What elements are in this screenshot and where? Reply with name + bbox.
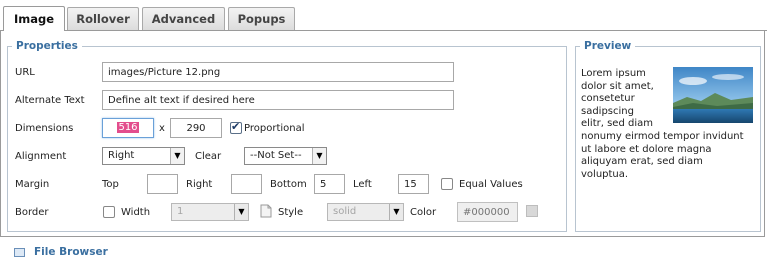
border-checkbox[interactable]	[103, 206, 115, 218]
tab-advanced[interactable]: Advanced	[142, 7, 225, 30]
tab-popups[interactable]: Popups	[228, 7, 295, 30]
border-color-input[interactable]	[457, 202, 518, 222]
tab-label: Advanced	[151, 12, 216, 26]
margin-bottom-label: Bottom	[270, 179, 307, 190]
style-icon	[260, 204, 272, 218]
preview-line: consetetur	[581, 93, 635, 105]
chevron-down-icon: ▼	[389, 204, 403, 220]
preview-image	[673, 67, 753, 123]
border-width-select[interactable]: 1 ▼	[171, 203, 249, 221]
file-browser-icon	[14, 248, 25, 257]
preview-line: sadipscing	[581, 105, 634, 117]
tab-panel-image: Properties URL Alternate Text Dimensions…	[0, 31, 765, 237]
proportional-checkbox[interactable]	[230, 120, 242, 134]
file-browser-label: File Browser	[34, 246, 108, 258]
dimensions-separator: x	[159, 123, 165, 134]
preview-text-block: Lorem ipsum dolor sit amet, consetetur s…	[581, 68, 671, 131]
preview-line: nonumy eirmod tempor invidunt	[581, 131, 744, 142]
clear-label: Clear	[195, 151, 222, 162]
equal-values-checkbox[interactable]	[441, 178, 453, 190]
preview-line: aliquyam erat, sed diam	[581, 156, 703, 168]
properties-legend: Properties	[16, 40, 78, 52]
border-style-select[interactable]: solid ▼	[327, 203, 404, 221]
file-browser-link[interactable]: File Browser	[14, 246, 108, 258]
preview-legend: Preview	[584, 40, 632, 52]
width-value: 516	[117, 122, 139, 133]
proportional-label: Proportional	[244, 123, 305, 134]
preview-line: ut labore et dolore magna	[581, 143, 712, 155]
margin-bottom-input[interactable]	[314, 174, 345, 194]
border-style-value: solid	[333, 206, 357, 217]
border-width-label: Width	[121, 207, 151, 218]
alt-text-input[interactable]	[102, 90, 454, 110]
url-label: URL	[15, 67, 35, 78]
preview-line: Lorem ipsum	[581, 68, 646, 79]
preview-line: elitr, sed diam	[581, 118, 653, 130]
alignment-label: Alignment	[15, 151, 67, 162]
chevron-down-icon: ▼	[312, 148, 326, 164]
margin-left-label: Left	[353, 179, 372, 190]
height-input[interactable]	[170, 118, 222, 138]
width-input[interactable]: 516	[102, 118, 154, 138]
dimensions-label: Dimensions	[15, 123, 74, 134]
chevron-down-icon: ▼	[234, 204, 248, 220]
margin-left-input[interactable]	[398, 174, 429, 194]
chevron-down-icon: ▼	[170, 148, 184, 164]
margin-label: Margin	[15, 179, 50, 190]
preview-text-wide: nonumy eirmod tempor invidunt ut labore …	[581, 131, 757, 181]
border-style-label: Style	[278, 207, 304, 218]
preview-line: dolor sit amet,	[581, 80, 654, 92]
tab-label: Image	[13, 12, 55, 26]
tab-rollover[interactable]: Rollover	[67, 7, 139, 30]
image-dialog: Image Rollover Advanced Popups Propertie…	[0, 0, 767, 258]
margin-top-label: Top	[102, 179, 119, 190]
equal-values-label: Equal Values	[459, 179, 523, 190]
alignment-select[interactable]: Right ▼	[102, 147, 185, 165]
margin-right-label: Right	[186, 179, 213, 190]
border-label: Border	[15, 207, 49, 218]
clear-select[interactable]: --Not Set-- ▼	[244, 147, 327, 165]
preview-line: voluptua.	[581, 168, 629, 180]
clear-value: --Not Set--	[250, 150, 302, 161]
color-picker-icon[interactable]	[526, 205, 538, 217]
tab-label: Rollover	[76, 12, 130, 26]
border-color-label: Color	[410, 207, 437, 218]
alignment-value: Right	[108, 150, 135, 161]
alt-text-label: Alternate Text	[15, 95, 85, 106]
tab-image[interactable]: Image	[3, 6, 65, 31]
tab-label: Popups	[237, 12, 286, 26]
margin-right-input[interactable]	[231, 174, 262, 194]
margin-top-input[interactable]	[147, 174, 178, 194]
border-width-value: 1	[177, 206, 184, 217]
url-input[interactable]	[102, 62, 454, 82]
tab-bar: Image Rollover Advanced Popups	[0, 0, 767, 31]
